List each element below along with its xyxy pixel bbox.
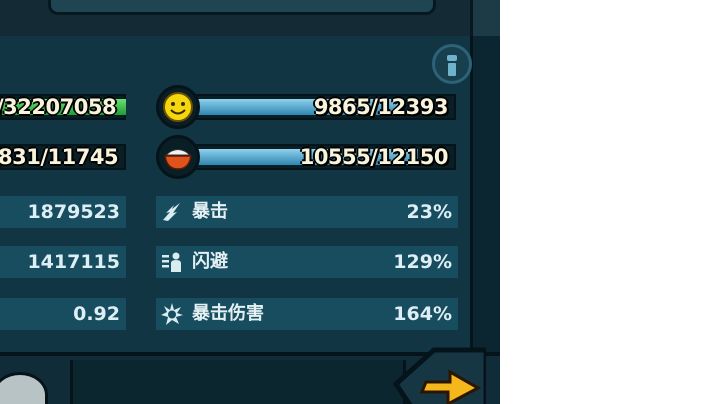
left-stat-row-3: 0.92 — [0, 298, 126, 330]
panel-right-edge — [470, 36, 500, 356]
left-stat-value-2: 1417115 — [27, 251, 120, 273]
crit-label: 暴击 — [192, 201, 228, 222]
bottom-slot — [70, 360, 406, 404]
mana-bar: 831/11745 — [0, 144, 126, 170]
dodge-label: 闪避 — [192, 251, 228, 272]
mood-bar: 9865/12393 — [176, 94, 456, 120]
info-icon[interactable] — [432, 44, 472, 84]
crit-damage-row: 暴击伤害 164% — [156, 298, 458, 330]
smiley-face-icon — [163, 92, 193, 122]
crit-claw-icon — [163, 203, 180, 221]
left-stat-value-3: 0.92 — [73, 303, 120, 325]
top-slot — [48, 0, 436, 15]
left-stat-value-1: 1879523 — [27, 201, 120, 223]
crit-row: 暴击 23% — [156, 196, 458, 228]
hp-bar: /32207058 — [0, 94, 126, 120]
hp-bar-value: /32207058 — [0, 95, 117, 119]
rice-bowl-icon — [164, 149, 192, 170]
crit-damage-label: 暴击伤害 — [192, 303, 264, 324]
mood-icon-frame — [156, 85, 200, 129]
dodge-value: 129% — [393, 251, 452, 273]
info-dot — [447, 55, 457, 61]
left-stat-row-2: 1417115 — [0, 246, 126, 278]
food-icon-frame — [156, 135, 200, 179]
food-bar-value: 10555/12150 — [299, 145, 449, 169]
info-stem — [448, 63, 456, 76]
top-right-cap — [470, 0, 500, 36]
crit-damage-value: 164% — [393, 303, 452, 325]
panel-top-frame — [0, 0, 500, 39]
dodge-row: 闪避 129% — [156, 246, 458, 278]
crit-damage-burst-icon — [161, 303, 183, 325]
mood-bar-value: 9865/12393 — [313, 95, 449, 119]
left-stat-row-1: 1879523 — [0, 196, 126, 228]
dodge-figure-icon — [162, 252, 181, 272]
arrow-right-icon[interactable] — [386, 344, 486, 404]
crit-value: 23% — [406, 201, 452, 223]
food-bar: 10555/12150 — [176, 144, 456, 170]
stats-panel: /32207058 831/11745 9865/12393 10555/121… — [0, 0, 500, 404]
mana-bar-value: 831/11745 — [0, 145, 119, 169]
